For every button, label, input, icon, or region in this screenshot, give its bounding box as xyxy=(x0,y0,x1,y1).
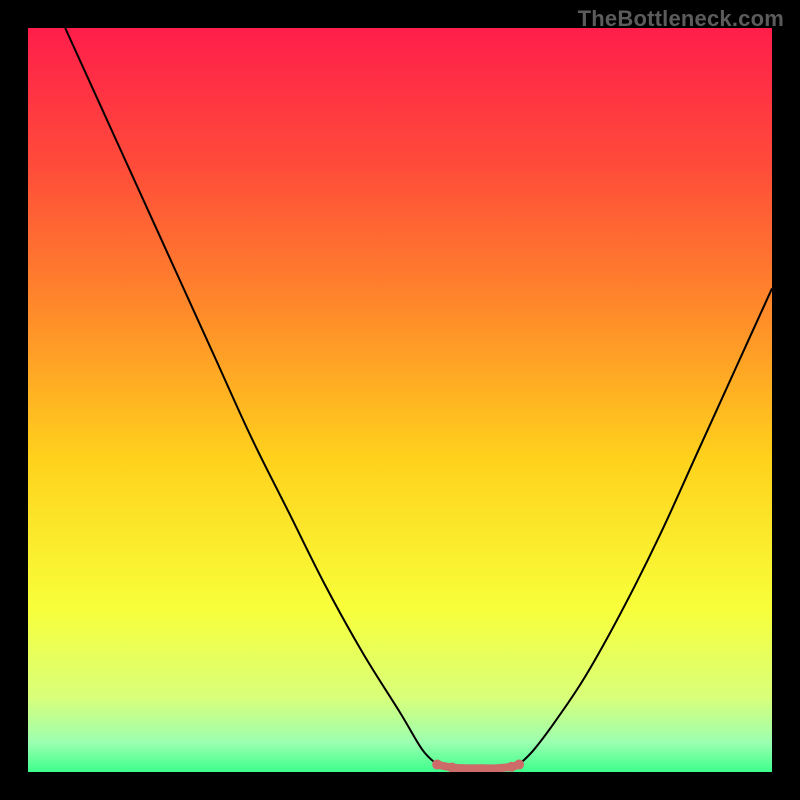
left-curve xyxy=(65,28,437,765)
right-curve xyxy=(519,288,772,764)
plot-area xyxy=(28,28,772,772)
watermark-text: TheBottleneck.com xyxy=(578,6,784,32)
chart-frame: { "watermark": "TheBottleneck.com", "col… xyxy=(0,0,800,800)
chart-curves xyxy=(28,28,772,772)
